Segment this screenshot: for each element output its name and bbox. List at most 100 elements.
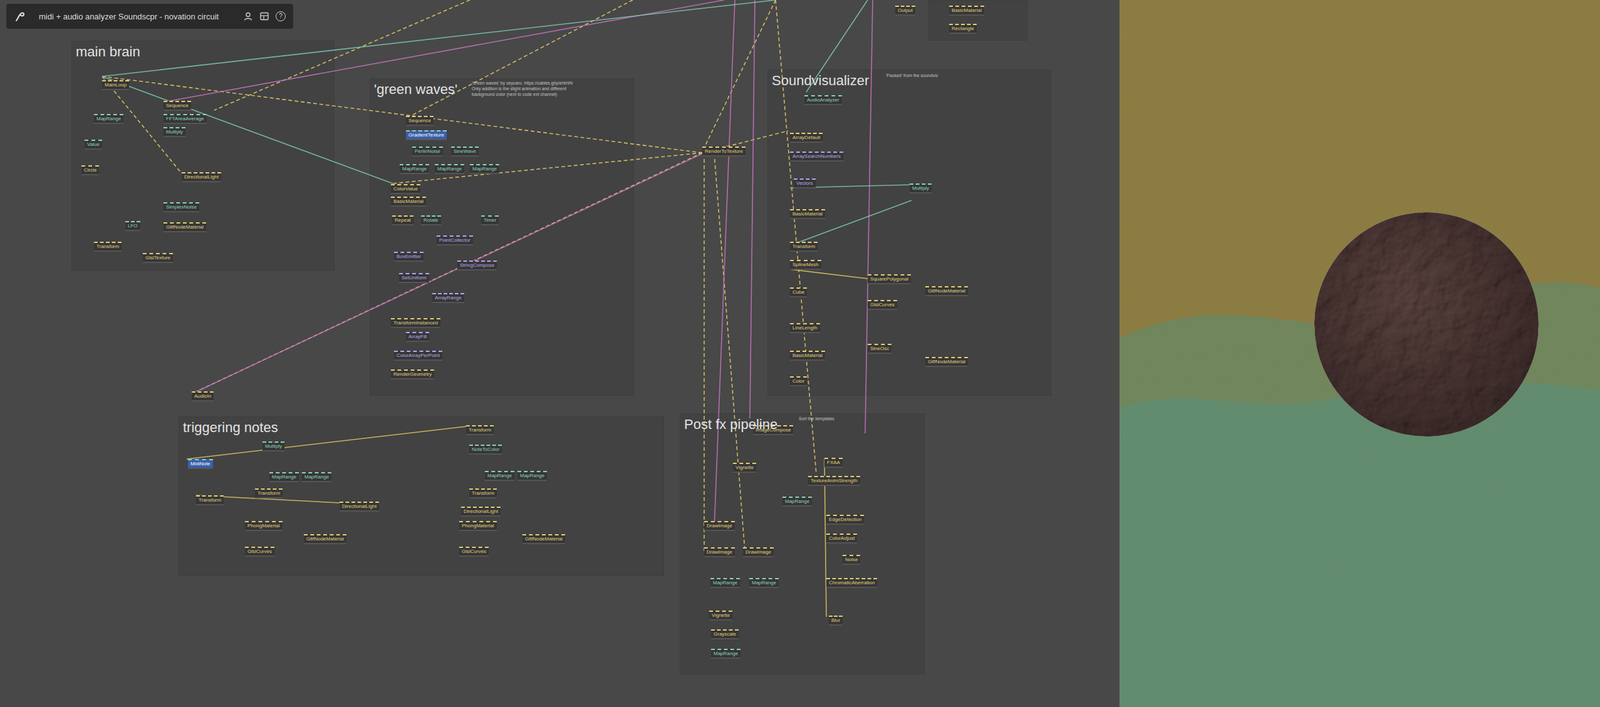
cable[interactable] — [102, 76, 703, 153]
op-node[interactable]: DirectionalLight — [339, 501, 380, 512]
op-node[interactable]: FXAA — [824, 457, 843, 468]
cable[interactable] — [865, 0, 873, 434]
panel-icon[interactable] — [259, 11, 270, 22]
comment[interactable]: 'Packed' from the soundviz — [885, 72, 938, 79]
op-node[interactable]: MapRange — [484, 471, 515, 482]
op-node[interactable]: AudioAnalyzer — [804, 95, 842, 106]
cables-logo-icon[interactable] — [13, 10, 27, 23]
op-node[interactable]: BasicMaterial — [949, 5, 985, 16]
op-node[interactable]: Transform — [254, 488, 283, 499]
op-node[interactable]: Output — [895, 5, 916, 16]
area-title[interactable]: Soundvisualizer — [768, 70, 873, 92]
op-node[interactable]: Multiply — [909, 183, 932, 194]
op-node[interactable]: MapRange — [269, 472, 299, 483]
op-node[interactable]: Vignette — [732, 462, 757, 473]
op-node[interactable]: SimplexNoise — [163, 202, 200, 213]
cable[interactable] — [806, 0, 868, 93]
op-node[interactable]: Value — [84, 139, 103, 150]
op-node[interactable]: MainLoop — [102, 80, 130, 91]
cable[interactable] — [714, 152, 745, 552]
op-node[interactable]: GlslTexture — [142, 253, 173, 264]
op-node[interactable]: BasicMaterial — [390, 196, 426, 207]
op-node[interactable]: MapRange — [782, 496, 812, 507]
op-node[interactable]: Transform — [196, 495, 224, 506]
op-node[interactable]: MapRange — [469, 164, 500, 175]
op-node[interactable]: Multiply — [262, 441, 285, 452]
cable[interactable] — [775, 0, 817, 475]
area-title[interactable]: main brain — [72, 41, 145, 63]
help-icon[interactable]: ? — [275, 11, 286, 22]
op-node[interactable]: Cube — [789, 287, 807, 298]
op-area[interactable]: 'green waves' — [369, 78, 634, 396]
op-node[interactable]: AudioIn — [191, 391, 214, 402]
op-node[interactable]: ColorArrayPerPoint — [394, 350, 443, 361]
op-node[interactable]: DirectionalLight — [181, 172, 222, 183]
op-node[interactable]: FFTAreaAverage — [163, 114, 207, 125]
op-node[interactable]: GlslCurves — [459, 546, 489, 557]
op-node[interactable]: Repeat — [392, 215, 414, 226]
op-node[interactable]: DrawImage — [704, 547, 735, 558]
op-node[interactable]: GlslCurves — [867, 300, 898, 311]
comment[interactable]: 'Green waves' by seycaro. https://cables… — [471, 80, 573, 98]
cable[interactable] — [186, 426, 467, 460]
op-node[interactable]: LFO — [125, 221, 141, 232]
op-node[interactable]: EdgeDetection — [826, 514, 864, 525]
op-node[interactable]: PerlinNoise — [412, 146, 443, 157]
op-node[interactable]: SineOsc — [867, 343, 892, 354]
op-node[interactable]: SquarePolygonal — [867, 274, 911, 285]
op-node[interactable]: BoxEmitter — [394, 251, 424, 262]
op-node[interactable]: MidiNote — [187, 459, 213, 470]
op-node[interactable]: PointCollector — [436, 235, 473, 246]
op-node[interactable]: ChromaticAberration — [826, 578, 878, 589]
op-area[interactable]: main brain — [71, 40, 335, 271]
op-node[interactable]: GlslCurves — [244, 546, 275, 557]
op-node[interactable]: GltfNodeMaterial — [522, 534, 566, 545]
op-node[interactable]: Transform — [789, 241, 818, 252]
op-node[interactable]: NoteToColor — [469, 444, 502, 455]
op-node[interactable]: StringCompose — [457, 260, 497, 271]
op-node[interactable]: BasicMaterial — [789, 350, 826, 361]
op-node[interactable]: Timer — [481, 215, 499, 226]
op-node[interactable]: Color — [789, 376, 807, 387]
op-node[interactable]: Vignette — [709, 610, 733, 621]
cable[interactable] — [102, 76, 182, 174]
op-node[interactable]: MapRange — [301, 472, 332, 483]
cable[interactable] — [194, 152, 703, 393]
op-node[interactable]: TextureAnimStrength — [808, 476, 861, 487]
op-node[interactable]: ArrayFill — [405, 332, 430, 343]
patch-title[interactable]: midi + audio analyzer Soundscpr - novati… — [38, 11, 237, 22]
area-title[interactable]: Post fx pipeline — [680, 414, 782, 436]
preview-canvas[interactable] — [1119, 0, 1600, 707]
op-node[interactable]: MapRange — [711, 649, 741, 660]
op-node[interactable]: MapRange — [93, 114, 124, 125]
comment[interactable]: Sort the templates — [798, 415, 835, 422]
op-node[interactable]: RenderGeometry — [390, 369, 435, 380]
op-node[interactable]: Vectors — [793, 178, 816, 189]
op-node[interactable]: Transform — [466, 425, 494, 436]
op-node[interactable]: Grayscale — [711, 629, 739, 640]
op-node[interactable]: ColorAdjust — [826, 533, 858, 544]
cable[interactable] — [392, 152, 703, 184]
cable[interactable] — [194, 152, 705, 393]
op-node[interactable]: Noise — [842, 555, 861, 566]
op-node[interactable]: MapRange — [749, 578, 779, 589]
op-node[interactable]: LineLength — [789, 323, 821, 334]
cable[interactable] — [102, 76, 393, 184]
op-node[interactable]: PhongMaterial — [459, 521, 497, 532]
cable[interactable] — [704, 0, 776, 148]
op-node[interactable]: Sequence — [405, 115, 434, 126]
op-node[interactable]: RenderToTexture — [702, 146, 746, 157]
op-node[interactable]: Transform — [93, 241, 122, 252]
op-area[interactable]: Soundvisualizer — [767, 69, 1052, 396]
user-icon[interactable] — [243, 11, 254, 22]
cable[interactable] — [789, 269, 868, 279]
op-node[interactable]: ArraySearchNumbers — [789, 151, 844, 162]
cable[interactable] — [789, 200, 912, 246]
op-node[interactable]: ArrayRange — [432, 293, 465, 304]
op-node[interactable]: Multiply — [163, 127, 186, 138]
op-node[interactable]: DrawImage — [704, 521, 735, 532]
op-node[interactable]: MapRange — [710, 578, 740, 589]
op-node[interactable]: SineWave — [451, 146, 479, 157]
op-node[interactable]: ArrayDefault — [789, 132, 823, 143]
op-node[interactable]: MapRange — [434, 164, 465, 175]
